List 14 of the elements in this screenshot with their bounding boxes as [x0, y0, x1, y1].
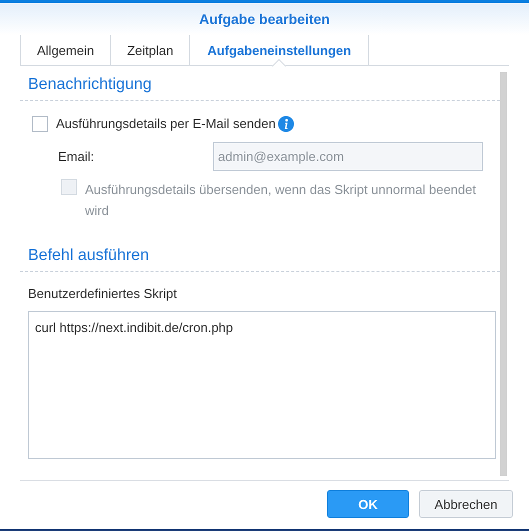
tab[interactable]: Allgemein [20, 35, 110, 65]
info-icon[interactable] [278, 116, 294, 132]
field-label: Email: [58, 149, 96, 164]
checkbox-label: Ausführungsdetails per E-Mail senden [56, 115, 276, 133]
scrollbar[interactable] [500, 72, 507, 476]
cancel-button[interactable]: Abbrechen [419, 490, 513, 518]
field-label: Benutzerdefiniertes Skript [27, 285, 178, 303]
script-text: curl https://next.indibit.de/cron.php [35, 320, 234, 335]
script-field[interactable]: curl https://next.indibit.de/cron.php [28, 311, 496, 459]
tab[interactable]: Aufgabeneinstellungen [189, 35, 370, 65]
window-title: Aufgabe bearbeiten [199, 11, 330, 27]
checkbox-label: Ausführungsdetails übersenden, wenn das Skript unnormal beendet wird [85, 181, 477, 220]
checkbox[interactable] [32, 116, 48, 132]
tab[interactable]: Zeitplan [110, 35, 190, 65]
